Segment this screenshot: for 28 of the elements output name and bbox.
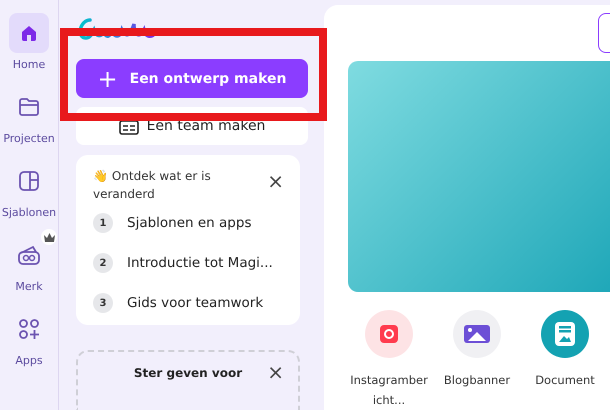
discover-title: 👋 Ontdek wat er is veranderd: [93, 168, 212, 203]
nav-label: Projecten: [3, 132, 55, 145]
design-type-label: Instagramber icht...: [349, 372, 429, 409]
instagram-post-icon[interactable]: [365, 310, 413, 358]
nav-label: Home: [12, 58, 46, 71]
folder-icon: [18, 97, 40, 117]
design-type-label: Document: [534, 372, 596, 389]
close-button[interactable]: ×: [267, 171, 284, 191]
step-number: 2: [93, 253, 113, 273]
layout-icon: [18, 170, 40, 192]
document-icon[interactable]: [541, 310, 589, 358]
nav-button[interactable]: [9, 13, 49, 53]
close-button[interactable]: ×: [267, 362, 284, 382]
nav-label: Sjablonen: [2, 206, 56, 219]
discover-link[interactable]: Introductie tot Magi...: [127, 255, 273, 271]
design-type-label: Blogbanner: [442, 372, 512, 389]
step-number: 1: [93, 213, 113, 233]
nav-label: Merk: [15, 280, 43, 293]
nav-label: Apps: [15, 354, 43, 367]
discover-link[interactable]: Sjablonen en apps: [127, 215, 252, 231]
create-design-button[interactable]: + Een ontwerp maken: [76, 59, 308, 98]
rating-title: Ster geven voor: [134, 366, 242, 382]
home-icon: [19, 23, 39, 43]
apps-icon: [18, 318, 40, 340]
image-icon[interactable]: [453, 310, 501, 358]
discover-link[interactable]: Gids voor teamwork: [127, 295, 264, 311]
brand-icon: [17, 244, 41, 266]
step-number: 3: [93, 293, 113, 313]
